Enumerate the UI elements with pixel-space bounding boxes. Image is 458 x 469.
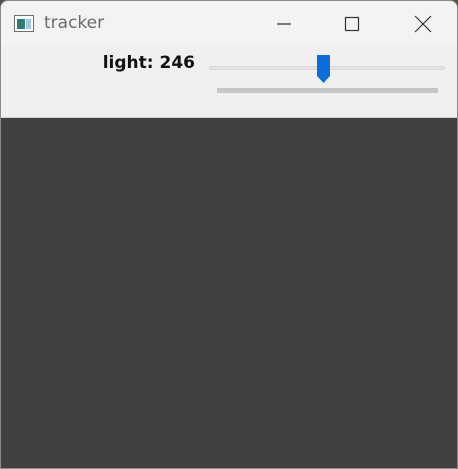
image-canvas — [1, 118, 457, 468]
window-title: tracker — [44, 13, 105, 33]
trackbar-label: light: 246 — [102, 53, 195, 73]
app-icon — [14, 15, 34, 32]
maximize-icon — [344, 16, 360, 31]
trackbar-underline — [217, 88, 438, 93]
maximize-button[interactable] — [329, 1, 375, 46]
close-icon — [414, 15, 432, 32]
trackbar-panel: light: 246 — [1, 46, 457, 118]
trackbar-slider-thumb[interactable] — [316, 54, 331, 84]
minimize-icon — [277, 22, 291, 25]
close-button[interactable] — [400, 1, 446, 46]
title-bar[interactable]: tracker — [1, 1, 457, 46]
app-window: tracker light: 246 — [0, 0, 458, 469]
minimize-button[interactable] — [261, 1, 307, 46]
